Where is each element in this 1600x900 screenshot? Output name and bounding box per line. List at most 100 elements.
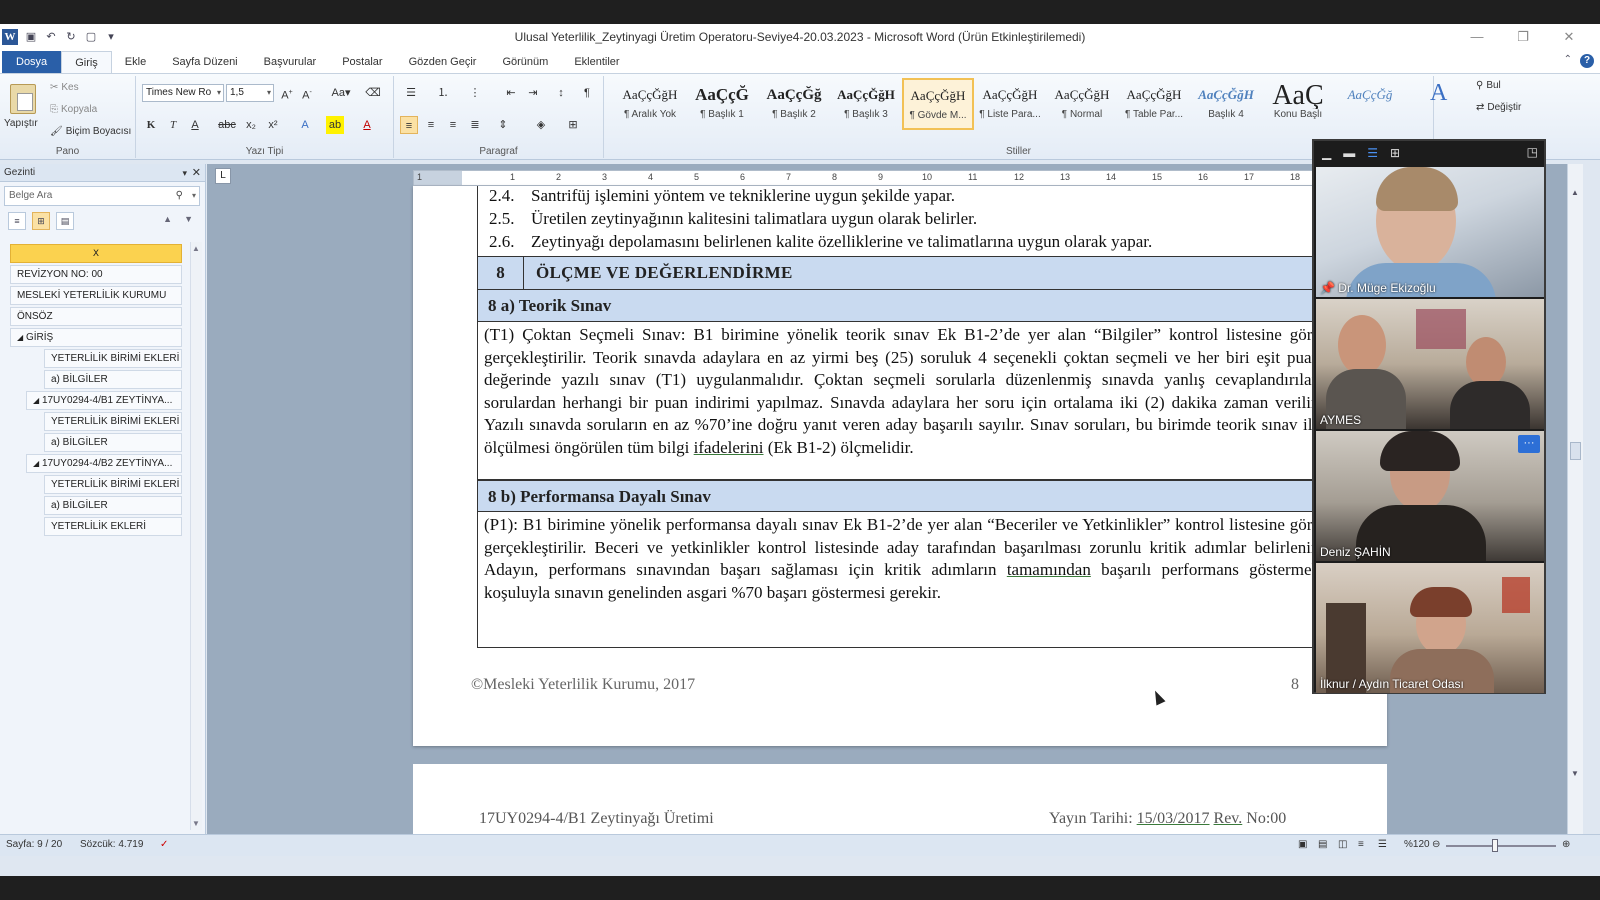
- document-vertical-scrollbar[interactable]: ▲ ▼: [1567, 164, 1583, 834]
- nav-heading-knowledge[interactable]: a) BİLGİLER: [44, 433, 182, 452]
- tab-home[interactable]: Giriş: [61, 51, 112, 73]
- font-name-combo[interactable]: Times New Ro ▾: [142, 84, 224, 102]
- gallery-strip-icon[interactable]: ☰: [1367, 146, 1378, 160]
- participant-video[interactable]: AYMES: [1316, 299, 1544, 429]
- bullets-icon[interactable]: ☰: [402, 84, 420, 102]
- numbering-icon[interactable]: ⒈: [434, 84, 452, 102]
- participant-video[interactable]: İlknur / Aydın Ticaret Odası: [1316, 563, 1544, 693]
- collapse-triangle-icon[interactable]: ◢: [17, 333, 23, 342]
- italic-button[interactable]: T: [164, 116, 182, 134]
- close-button[interactable]: ✕: [1546, 24, 1592, 50]
- close-icon[interactable]: ✕: [192, 164, 201, 182]
- tab-page-layout[interactable]: Sayfa Düzeni: [159, 51, 250, 73]
- nav-heading-unit-annexes[interactable]: YETERLİLİK BİRİMİ EKLERİ: [44, 349, 182, 368]
- status-page[interactable]: Sayfa: 9 / 20: [6, 839, 62, 850]
- nav-heading-knowledge[interactable]: a) BİLGİLER: [44, 370, 182, 389]
- full-screen-reading-icon[interactable]: ▤: [1318, 839, 1327, 850]
- subscript-icon[interactable]: x₂: [242, 116, 260, 134]
- scroll-down-icon[interactable]: ▼: [192, 819, 200, 828]
- minimize-icon[interactable]: ▁: [1322, 146, 1331, 160]
- cut-button[interactable]: ✂ Kes: [50, 82, 79, 93]
- style-normal[interactable]: AaÇçĞğH ¶ Normal: [1046, 78, 1118, 130]
- zoom-in-icon[interactable]: ⊕: [1562, 839, 1570, 850]
- change-styles-icon[interactable]: A: [1430, 80, 1447, 107]
- align-center-icon[interactable]: ≡: [422, 116, 440, 134]
- document-page[interactable]: 2.4. Santrifüj işlemini yöntem ve teknikl…: [413, 186, 1387, 746]
- scroll-down-icon[interactable]: ▼: [1571, 769, 1579, 778]
- save-icon[interactable]: ▣: [24, 30, 38, 44]
- participant-video[interactable]: 📌 Dr. Müge Ekizoğlu: [1316, 167, 1544, 297]
- scroll-up-icon[interactable]: ▲: [1571, 188, 1579, 197]
- text-effects-icon[interactable]: A: [296, 116, 314, 134]
- draft-icon[interactable]: ☰: [1378, 839, 1387, 850]
- strikethrough-icon[interactable]: abc: [218, 116, 236, 134]
- clear-format-icon[interactable]: ⌫: [364, 84, 382, 102]
- style-heading-4[interactable]: AaÇçĞğH Başlık 4: [1190, 78, 1262, 130]
- nav-heading-revision[interactable]: REVİZYON NO: 00: [10, 265, 182, 284]
- decrease-indent-icon[interactable]: ⇤: [502, 84, 520, 102]
- paste-button[interactable]: Yapıştır: [4, 118, 38, 129]
- zoom-level[interactable]: %120: [1404, 839, 1430, 850]
- style-title[interactable]: AaÇ Konu Başlı: [1262, 78, 1334, 130]
- nav-heading-unit-b1[interactable]: ◢ 17UY0294-4/B1 ZEYTİNYA...: [26, 391, 182, 410]
- word-app-icon[interactable]: W: [2, 29, 18, 45]
- bold-button[interactable]: K: [142, 116, 160, 134]
- nav-heading-unit-annexes[interactable]: YETERLİLİK BİRİMİ EKLERİ: [44, 475, 182, 494]
- paste-icon[interactable]: [10, 84, 36, 114]
- style-heading-1[interactable]: AaÇçĞ ¶ Başlık 1: [686, 78, 758, 130]
- collapse-triangle-icon[interactable]: ◢: [33, 459, 39, 468]
- nav-heading-unit-annexes[interactable]: YETERLİLİK BİRİMİ EKLERİ: [44, 412, 182, 431]
- font-color-icon[interactable]: A: [358, 116, 376, 134]
- chevron-down-icon[interactable]: ▾: [182, 164, 187, 182]
- style-list-paragraph[interactable]: AaÇçĞğH ¶ Liste Para...: [974, 78, 1046, 130]
- style-table-paragraph[interactable]: AaÇçĞğH ¶ Table Par...: [1118, 78, 1190, 130]
- new-document-icon[interactable]: ▢: [84, 30, 98, 44]
- zoom-slider[interactable]: [1446, 845, 1556, 847]
- more-options-button[interactable]: ···: [1518, 435, 1540, 453]
- change-case-icon[interactable]: Aa▾: [328, 84, 354, 102]
- line-spacing-icon[interactable]: ⇕: [494, 116, 512, 134]
- justify-icon[interactable]: ≣: [466, 116, 484, 134]
- tab-view[interactable]: Görünüm: [489, 51, 561, 73]
- nav-scrollbar[interactable]: ▲ ▼: [190, 242, 202, 830]
- align-left-icon[interactable]: ≡: [400, 116, 418, 134]
- grid-view-icon[interactable]: ⊞: [1390, 146, 1400, 160]
- nav-heading-unit-b2[interactable]: ◢ 17UY0294-4/B2 ZEYTİNYA...: [26, 454, 182, 473]
- find-button[interactable]: ⚲ Bul: [1476, 80, 1501, 91]
- web-layout-icon[interactable]: ◫: [1338, 839, 1347, 850]
- style-subtitle[interactable]: AaÇçĞğ: [1334, 78, 1406, 130]
- tab-selector[interactable]: L: [215, 168, 231, 184]
- underline-button[interactable]: A: [186, 116, 204, 134]
- results-view-icon[interactable]: ▤: [56, 212, 74, 230]
- zoom-slider-thumb[interactable]: [1492, 839, 1498, 852]
- highlight-icon[interactable]: ab: [326, 116, 344, 134]
- nav-heading-knowledge[interactable]: a) BİLGİLER: [44, 496, 182, 515]
- increase-indent-icon[interactable]: ⇥: [524, 84, 542, 102]
- show-marks-icon[interactable]: ¶: [578, 84, 596, 102]
- document-search-input[interactable]: Belge Ara ⚲ ▾: [4, 186, 200, 206]
- format-painter-button[interactable]: 🖌 Biçim Boyacısı: [50, 126, 131, 137]
- pages-view-icon[interactable]: ⊞: [32, 212, 50, 230]
- copy-button[interactable]: ⎘ Kopyala: [50, 104, 97, 115]
- undo-icon[interactable]: ↶: [44, 30, 58, 44]
- multilevel-list-icon[interactable]: ⋮: [466, 84, 484, 102]
- align-right-icon[interactable]: ≡: [444, 116, 462, 134]
- style-heading-2[interactable]: AaÇçĞğ ¶ Başlık 2: [758, 78, 830, 130]
- tab-insert[interactable]: Ekle: [112, 51, 159, 73]
- chevron-down-icon[interactable]: ▾: [192, 187, 196, 205]
- exit-fullscreen-icon[interactable]: ◳: [1527, 145, 1538, 159]
- help-icon[interactable]: ?: [1580, 54, 1594, 68]
- tab-addins[interactable]: Eklentiler: [561, 51, 632, 73]
- participant-video[interactable]: ··· Deniz ŞAHİN: [1316, 431, 1544, 561]
- replace-button[interactable]: ⇄ Değiştir: [1476, 102, 1521, 113]
- previous-heading-icon[interactable]: ▲: [163, 214, 172, 224]
- nav-heading-foreword[interactable]: ÖNSÖZ: [10, 307, 182, 326]
- style-heading-3[interactable]: AaÇçĞğH ¶ Başlık 3: [830, 78, 902, 130]
- superscript-icon[interactable]: x²: [264, 116, 282, 134]
- restore-button[interactable]: ❐: [1500, 24, 1546, 50]
- minimize-button[interactable]: —: [1454, 24, 1500, 50]
- redo-icon[interactable]: ↻: [64, 30, 78, 44]
- collapse-triangle-icon[interactable]: ◢: [33, 396, 39, 405]
- status-words[interactable]: Sözcük: 4.719: [80, 839, 143, 850]
- scroll-up-icon[interactable]: ▲: [192, 244, 200, 253]
